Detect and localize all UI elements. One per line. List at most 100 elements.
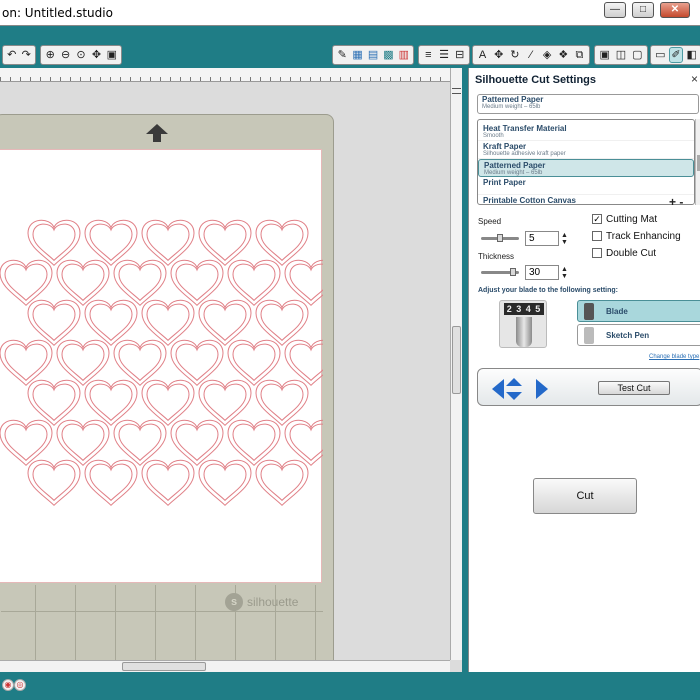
fill-icon[interactable]: ⊟: [453, 48, 466, 62]
heart-shape[interactable]: [203, 463, 247, 502]
knife-icon[interactable]: ⁄: [524, 48, 537, 62]
material-item[interactable]: Heat Transfer Material Smooth: [478, 123, 694, 141]
heart-shape[interactable]: [146, 383, 190, 422]
speed-up-arrow[interactable]: ▲: [561, 232, 568, 239]
heart-shape[interactable]: [118, 263, 162, 302]
target-icon[interactable]: ◎: [14, 679, 26, 691]
material-item[interactable]: Printable Cotton Canvas: [478, 195, 694, 204]
panel-close-button[interactable]: ×: [691, 72, 698, 86]
heart-shape[interactable]: [260, 463, 304, 502]
heart-shape[interactable]: [146, 303, 190, 342]
redo-icon[interactable]: ↷: [21, 48, 33, 62]
track-enhancing-checkbox[interactable]: [592, 231, 602, 241]
minimize-button[interactable]: —: [604, 2, 626, 18]
grid-icon[interactable]: ▦: [351, 48, 363, 62]
heart-shape[interactable]: [32, 383, 76, 422]
thickness-down-arrow[interactable]: ▼: [561, 273, 568, 280]
heart-shape[interactable]: [146, 223, 190, 262]
heart-shape[interactable]: [32, 223, 76, 262]
zoom-fit-icon[interactable]: ⊙: [75, 48, 87, 62]
heart-shape[interactable]: [32, 463, 76, 502]
speed-slider-knob[interactable]: [497, 234, 503, 242]
design-workspace[interactable]: s silhouette: [0, 68, 462, 672]
vertical-scrollbar[interactable]: [450, 68, 462, 660]
material-item[interactable]: Patterned Paper Medium weight – 65lb: [478, 159, 694, 177]
zoom-in-icon[interactable]: ⊕: [44, 48, 56, 62]
pan-icon[interactable]: ✥: [90, 48, 102, 62]
heart-shape[interactable]: [4, 343, 48, 382]
material-item[interactable]: Print Paper: [478, 177, 694, 195]
heart-shape[interactable]: [89, 463, 133, 502]
trace-icon[interactable]: ▢: [631, 48, 644, 62]
heart-shape[interactable]: [232, 263, 276, 302]
design-page[interactable]: [0, 149, 338, 584]
heart-pattern[interactable]: [0, 150, 338, 584]
heart-shape[interactable]: [61, 423, 105, 462]
thickness-slider[interactable]: [481, 268, 519, 276]
offset-icon[interactable]: ◈: [541, 48, 554, 62]
cut-button[interactable]: Cut: [533, 478, 637, 514]
speed-slider[interactable]: [481, 234, 519, 242]
fit-page-icon[interactable]: ▣: [106, 48, 118, 62]
thickness-input[interactable]: 30: [525, 265, 559, 280]
heart-shape[interactable]: [61, 263, 105, 302]
heart-shape[interactable]: [175, 423, 219, 462]
material-list-scrollbar[interactable]: [695, 119, 700, 205]
registration-icon[interactable]: ▩: [382, 48, 394, 62]
thickness-up-arrow[interactable]: ▲: [561, 266, 568, 273]
change-blade-type-link[interactable]: Change blade type: [649, 354, 699, 360]
heart-shape[interactable]: [146, 463, 190, 502]
thickness-slider-knob[interactable]: [510, 268, 516, 276]
cut-settings-icon[interactable]: ✐: [668, 47, 684, 63]
line-style-icon[interactable]: ☰: [438, 48, 451, 62]
heart-shape[interactable]: [260, 303, 304, 342]
cut-lines-icon[interactable]: ▥: [398, 48, 410, 62]
double-cut-checkbox[interactable]: [592, 248, 602, 258]
undo-icon[interactable]: ↶: [6, 48, 18, 62]
material-list[interactable]: Heat Transfer Material Smooth Kraft Paper S…: [477, 119, 695, 205]
text-style-icon[interactable]: A: [476, 48, 489, 62]
heart-shape[interactable]: [289, 423, 333, 462]
heart-shape[interactable]: [175, 263, 219, 302]
maximize-button[interactable]: □: [632, 2, 654, 18]
replicate-icon[interactable]: ❖: [557, 48, 570, 62]
speed-input[interactable]: 5: [525, 231, 559, 246]
heart-shape[interactable]: [289, 263, 333, 302]
test-cut-button[interactable]: Test Cut: [598, 381, 670, 395]
transform-icon[interactable]: ✥: [492, 48, 505, 62]
material-item[interactable]: Kraft Paper Silhouette adhesive kraft pap…: [478, 141, 694, 159]
heart-shape[interactable]: [61, 343, 105, 382]
heart-shape[interactable]: [260, 223, 304, 262]
design-page-icon[interactable]: ▤: [367, 48, 379, 62]
tool-sketch-pen-option[interactable]: Sketch Pen: [577, 324, 700, 346]
heart-shape[interactable]: [89, 303, 133, 342]
add-remove-material[interactable]: + -: [669, 195, 683, 209]
move-blade-arrows-icon[interactable]: [492, 377, 548, 401]
eraser-icon[interactable]: ✎: [336, 48, 348, 62]
heart-shape[interactable]: [232, 423, 276, 462]
heart-shape[interactable]: [118, 423, 162, 462]
heart-shape[interactable]: [4, 263, 48, 302]
heart-shape[interactable]: [89, 223, 133, 262]
heart-shape[interactable]: [289, 343, 333, 382]
library-icon[interactable]: ▣: [598, 48, 611, 62]
horizontal-scroll-thumb[interactable]: [122, 662, 206, 671]
modify-icon[interactable]: ⧉: [573, 48, 586, 62]
heart-shape[interactable]: [232, 343, 276, 382]
heart-shape[interactable]: [284, 339, 338, 387]
heart-shape[interactable]: [4, 423, 48, 462]
horizontal-scrollbar[interactable]: [0, 660, 450, 672]
heart-shape[interactable]: [32, 303, 76, 342]
heart-shape[interactable]: [284, 259, 338, 307]
line-color-icon[interactable]: ≡: [422, 48, 435, 62]
store-icon[interactable]: ◫: [614, 48, 627, 62]
heart-shape[interactable]: [118, 343, 162, 382]
print-cut-icon[interactable]: ▭: [654, 48, 667, 62]
heart-shape[interactable]: [203, 383, 247, 422]
vertical-scroll-thumb[interactable]: [452, 326, 461, 394]
speed-down-arrow[interactable]: ▼: [561, 239, 568, 246]
rotate-icon[interactable]: ↻: [508, 48, 521, 62]
heart-shape[interactable]: [203, 303, 247, 342]
settings-circle-icon[interactable]: ◉: [2, 679, 14, 691]
send-to-cutter-icon[interactable]: ◧: [685, 48, 698, 62]
